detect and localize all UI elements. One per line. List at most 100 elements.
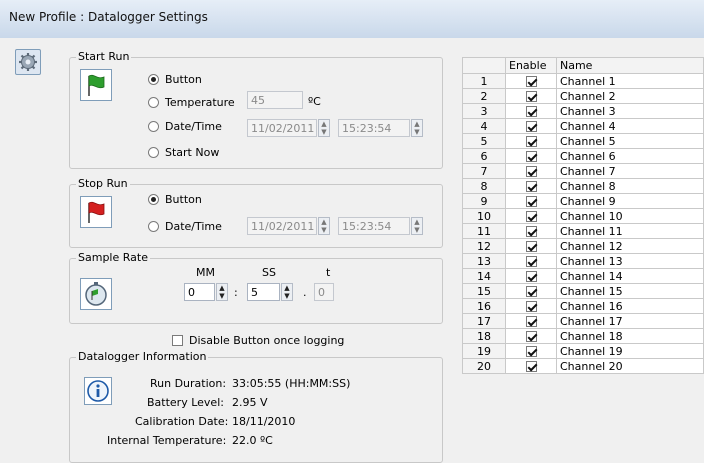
- channel-name[interactable]: Channel 3: [556, 103, 704, 119]
- t-label: t: [326, 266, 331, 279]
- stop-datetime-radio[interactable]: Date/Time: [148, 220, 222, 233]
- table-row[interactable]: 15 Channel 15: [462, 283, 704, 299]
- stopwatch-icon: [80, 278, 112, 310]
- settings-gear-icon[interactable]: [15, 49, 41, 75]
- table-row[interactable]: 17 Channel 17: [462, 313, 704, 329]
- channel-enable-checkbox[interactable]: [525, 211, 537, 222]
- channel-enable-cell: [505, 193, 557, 209]
- start-date-spinner[interactable]: ▲ ▼: [318, 119, 330, 137]
- t-input[interactable]: 0: [314, 283, 334, 301]
- table-row[interactable]: 2 Channel 2: [462, 88, 704, 104]
- table-row[interactable]: 5 Channel 5: [462, 133, 704, 149]
- channel-table-header: Enable Name: [462, 57, 704, 74]
- disable-button-checkbox[interactable]: Disable Button once logging: [172, 334, 344, 347]
- channel-name[interactable]: Channel 4: [556, 118, 704, 134]
- start-time-spinner[interactable]: ▲ ▼: [411, 119, 423, 137]
- channel-enable-checkbox[interactable]: [525, 301, 537, 312]
- channel-name[interactable]: Channel 8: [556, 178, 704, 194]
- channel-name[interactable]: Channel 18: [556, 328, 704, 344]
- ss-label: SS: [262, 266, 276, 279]
- start-date-input[interactable]: 11/02/2011: [247, 119, 317, 137]
- channel-name[interactable]: Channel 6: [556, 148, 704, 164]
- start-now-label: Start Now: [165, 146, 220, 159]
- channel-enable-checkbox[interactable]: [525, 256, 537, 267]
- start-time-input[interactable]: 15:23:54: [338, 119, 410, 137]
- stop-date-input[interactable]: 11/02/2011: [247, 217, 317, 235]
- channel-enable-checkbox[interactable]: [525, 136, 537, 147]
- channel-enable-checkbox[interactable]: [525, 166, 537, 177]
- channel-enable-checkbox[interactable]: [525, 181, 537, 192]
- ss-input[interactable]: 5: [247, 283, 280, 301]
- channel-name[interactable]: Channel 7: [556, 163, 704, 179]
- channel-name[interactable]: Channel 12: [556, 238, 704, 254]
- channel-enable-checkbox[interactable]: [525, 361, 537, 372]
- table-row[interactable]: 10 Channel 10: [462, 208, 704, 224]
- channel-enable-checkbox[interactable]: [525, 121, 537, 132]
- table-row[interactable]: 13 Channel 13: [462, 253, 704, 269]
- table-row[interactable]: 16 Channel 16: [462, 298, 704, 314]
- channel-name[interactable]: Channel 13: [556, 253, 704, 269]
- start-run-group: Start Run: [69, 50, 443, 169]
- channel-enable-checkbox[interactable]: [525, 76, 537, 87]
- channel-enable-cell: [505, 268, 557, 284]
- start-datetime-radio[interactable]: Date/Time: [148, 120, 222, 133]
- sample-rate-legend: Sample Rate: [76, 251, 150, 264]
- table-row[interactable]: 7 Channel 7: [462, 163, 704, 179]
- stop-date-spinner[interactable]: ▲ ▼: [318, 217, 330, 235]
- channel-enable-checkbox[interactable]: [525, 106, 537, 117]
- channel-enable-checkbox[interactable]: [525, 271, 537, 282]
- temperature-input[interactable]: 45: [247, 91, 303, 109]
- table-row[interactable]: 9 Channel 9: [462, 193, 704, 209]
- start-button-radio[interactable]: Button: [148, 73, 202, 86]
- table-row[interactable]: 20 Channel 20: [462, 358, 704, 374]
- table-row[interactable]: 14 Channel 14: [462, 268, 704, 284]
- table-row[interactable]: 12 Channel 12: [462, 238, 704, 254]
- start-temperature-radio[interactable]: Temperature: [148, 96, 235, 109]
- channel-name[interactable]: Channel 15: [556, 283, 704, 299]
- channel-enable-cell: [505, 298, 557, 314]
- channel-enable-checkbox[interactable]: [525, 241, 537, 252]
- channel-enable-cell: [505, 73, 557, 89]
- table-row[interactable]: 1 Channel 1: [462, 73, 704, 89]
- stop-time-spinner[interactable]: ▲ ▼: [411, 217, 423, 235]
- channel-enable-checkbox[interactable]: [525, 226, 537, 237]
- enable-column-header[interactable]: Enable: [505, 57, 557, 74]
- channel-name[interactable]: Channel 9: [556, 193, 704, 209]
- channel-enable-checkbox[interactable]: [525, 91, 537, 102]
- channel-name[interactable]: Channel 16: [556, 298, 704, 314]
- channel-enable-checkbox[interactable]: [525, 331, 537, 342]
- channel-name[interactable]: Channel 20: [556, 358, 704, 374]
- channel-enable-checkbox[interactable]: [525, 286, 537, 297]
- mm-spinner[interactable]: ▲ ▼: [216, 283, 228, 301]
- radio-dot: [148, 121, 159, 132]
- table-row[interactable]: 4 Channel 4: [462, 118, 704, 134]
- channel-enable-checkbox[interactable]: [525, 196, 537, 207]
- channel-name[interactable]: Channel 5: [556, 133, 704, 149]
- mm-input[interactable]: 0: [184, 283, 215, 301]
- channel-name[interactable]: Channel 14: [556, 268, 704, 284]
- channel-name[interactable]: Channel 11: [556, 223, 704, 239]
- channel-enable-checkbox[interactable]: [525, 316, 537, 327]
- channel-number: 4: [462, 118, 506, 134]
- start-now-radio[interactable]: Start Now: [148, 146, 219, 159]
- channel-name[interactable]: Channel 17: [556, 313, 704, 329]
- table-row[interactable]: 8 Channel 8: [462, 178, 704, 194]
- name-column-header[interactable]: Name: [556, 57, 704, 74]
- channel-enable-checkbox[interactable]: [525, 151, 537, 162]
- channel-name[interactable]: Channel 10: [556, 208, 704, 224]
- disable-button-label: Disable Button once logging: [189, 334, 345, 347]
- channel-enable-checkbox[interactable]: [525, 346, 537, 357]
- table-row[interactable]: 3 Channel 3: [462, 103, 704, 119]
- stop-button-radio[interactable]: Button: [148, 193, 202, 206]
- channel-name[interactable]: Channel 19: [556, 343, 704, 359]
- table-row[interactable]: 11 Channel 11: [462, 223, 704, 239]
- table-row[interactable]: 19 Channel 19: [462, 343, 704, 359]
- ss-t-separator: .: [303, 286, 307, 299]
- channel-name[interactable]: Channel 2: [556, 88, 704, 104]
- channel-name[interactable]: Channel 1: [556, 73, 704, 89]
- stop-time-input[interactable]: 15:23:54: [338, 217, 410, 235]
- channel-number: 13: [462, 253, 506, 269]
- ss-spinner[interactable]: ▲ ▼: [281, 283, 293, 301]
- table-row[interactable]: 6 Channel 6: [462, 148, 704, 164]
- table-row[interactable]: 18 Channel 18: [462, 328, 704, 344]
